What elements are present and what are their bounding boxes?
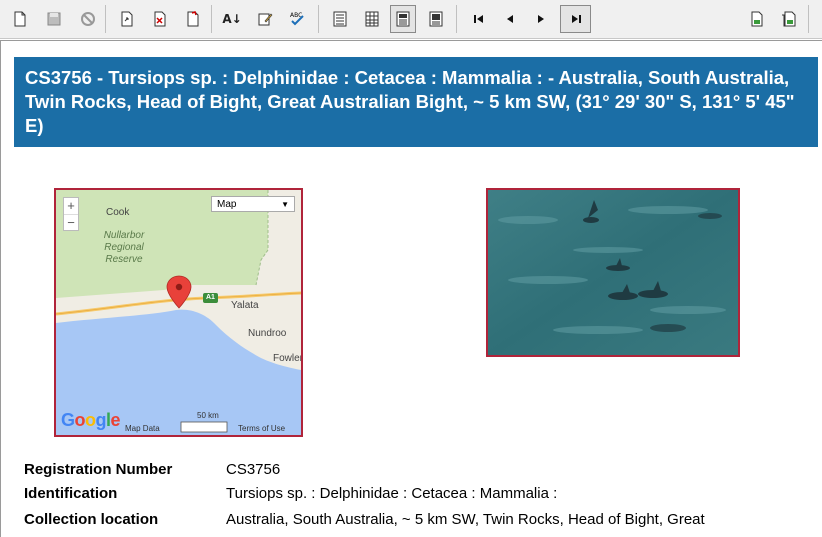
registration-value: CS3756 xyxy=(226,461,281,478)
place-nullarbor: Nullarbor Regional Reserve xyxy=(94,230,154,266)
next-record-icon[interactable] xyxy=(528,5,554,33)
scale-label: 50 km xyxy=(197,411,219,420)
zoom-out-button[interactable]: − xyxy=(64,214,78,231)
map-type-select[interactable]: Map ▼ xyxy=(211,196,295,212)
first-record-icon[interactable] xyxy=(466,5,492,33)
map-data-link[interactable]: Map Data xyxy=(125,424,160,433)
print-page-icon[interactable] xyxy=(744,5,770,33)
record-title: CS3756 - Tursiops sp. : Delphinidae : Ce… xyxy=(14,57,818,147)
specimen-photo[interactable] xyxy=(486,188,740,357)
location-map[interactable]: + − Map ▼ Cook Nullarbor Regional Reserv… xyxy=(54,188,303,437)
reserve-line-1: Nullarbor xyxy=(103,230,145,241)
cancel-icon[interactable] xyxy=(75,5,101,33)
dolphin-photo-image xyxy=(488,190,738,355)
print-all-icon[interactable] xyxy=(776,5,802,33)
road-badge: A1 xyxy=(206,294,215,301)
reserve-line-2: Regional xyxy=(104,242,144,253)
record-new-icon[interactable] xyxy=(180,5,206,33)
registration-label: Registration Number xyxy=(24,461,173,478)
last-record-icon[interactable] xyxy=(560,5,591,33)
record-export-icon[interactable] xyxy=(114,5,140,33)
place-cook: Cook xyxy=(106,207,130,218)
save-icon[interactable] xyxy=(41,5,67,33)
place-fowler: Fowler xyxy=(273,353,303,364)
view-image-icon[interactable] xyxy=(423,5,449,33)
sort-az-icon[interactable]: A↓ xyxy=(219,5,245,33)
place-yalata: Yalata xyxy=(231,300,259,311)
google-logo: Google xyxy=(61,410,121,430)
map-type-label: Map xyxy=(217,199,237,210)
map-canvas xyxy=(56,190,301,435)
record-delete-icon[interactable] xyxy=(147,5,173,33)
toolbar: A↓ ABC xyxy=(0,0,822,39)
zoom-control: + − xyxy=(63,197,79,231)
zoom-in-button[interactable]: + xyxy=(64,198,78,214)
place-nundroo: Nundroo xyxy=(248,328,287,339)
edit-icon[interactable] xyxy=(252,5,278,33)
reserve-line-3: Reserve xyxy=(105,254,143,265)
terms-link[interactable]: Terms of Use xyxy=(238,424,285,433)
identification-value: Tursiops sp. : Delphinidae : Cetacea : M… xyxy=(226,485,558,502)
identification-label: Identification xyxy=(24,485,118,502)
prev-record-icon[interactable] xyxy=(497,5,523,33)
collection-label: Collection location xyxy=(24,511,159,528)
view-grid-icon[interactable] xyxy=(359,5,385,33)
new-document-icon[interactable] xyxy=(7,5,33,33)
view-list-icon[interactable] xyxy=(327,5,353,33)
chevron-down-icon: ▼ xyxy=(281,200,289,209)
view-detail-icon[interactable] xyxy=(390,5,416,33)
collection-value: Australia, South Australia, ~ 5 km SW, T… xyxy=(226,511,705,528)
spellcheck-icon[interactable]: ABC xyxy=(285,5,311,33)
